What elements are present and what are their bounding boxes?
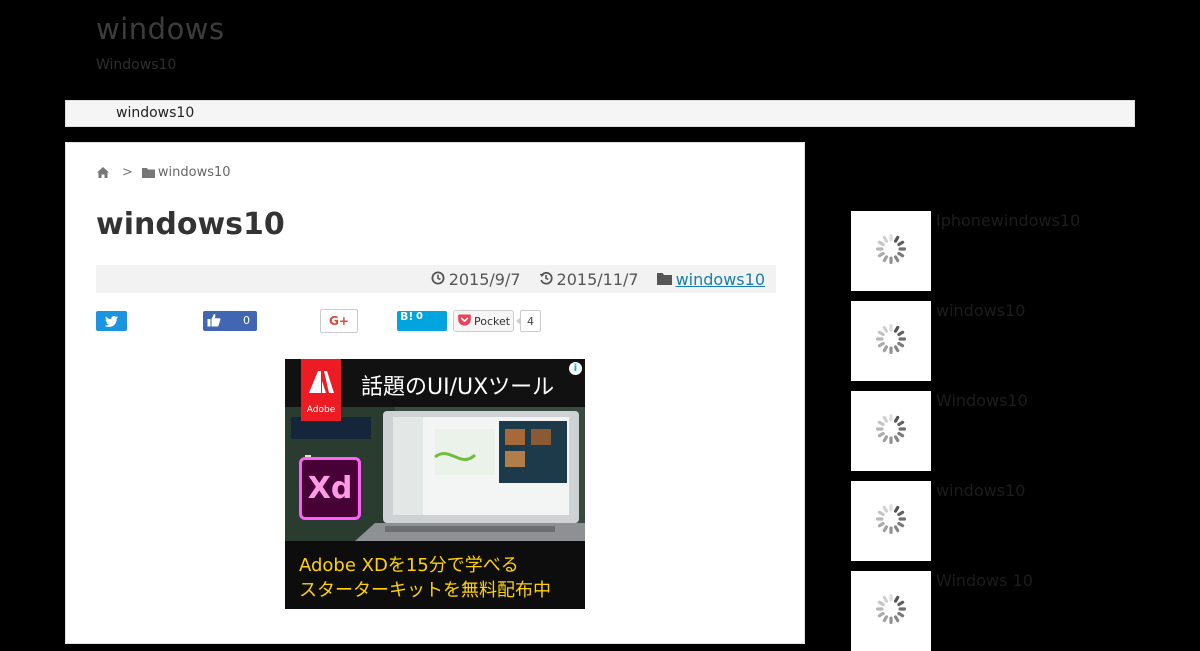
share-buttons: 0 G+ B! 0 Pocket 4 [96,309,566,333]
published-date-text: 2015/9/7 [448,269,521,289]
sidebar-post-1[interactable]: Iphonewindows10 [851,211,1151,291]
ad-choices-icon[interactable]: i [569,362,582,375]
updated-date: 2015/11/7 [539,270,639,289]
thumbs-up-icon [207,313,221,330]
sidebar-thumbnail [851,571,931,651]
breadcrumb: > windows10 [96,164,231,180]
adobe-logo: Adobe [301,359,341,421]
home-icon[interactable] [96,166,110,179]
sidebar-post-5[interactable]: Windows 10 [851,571,1151,651]
sidebar-post-title[interactable]: Windows10 [936,391,1028,410]
breadcrumb-category-label[interactable]: windows10 [158,165,231,180]
pocket-label: Pocket [474,314,511,328]
post-category: windows10 [656,270,765,289]
global-nav: windows10 [65,100,1135,127]
pocket-icon [458,314,471,329]
hatena-bookmark-button[interactable]: B! 0 [397,310,447,331]
breadcrumb-category[interactable]: windows10 [141,165,231,180]
twitter-share-button[interactable] [96,311,127,331]
loading-spinner-icon [874,322,908,360]
ad-headline: 話題のUI/UXツール [361,375,555,400]
history-icon [539,270,553,289]
clock-icon [431,270,445,289]
sidebar-thumbnail [851,481,931,561]
main-content: > windows10 windows10 2015/9/7 2015/11/7 [65,142,805,644]
ad-copy-line-2: スターターキットを無料配布中 [299,580,551,601]
sidebar-post-title[interactable]: Iphonewindows10 [936,211,1080,230]
site-title[interactable]: windows [96,12,225,46]
updated-date-text: 2015/11/7 [556,269,639,289]
pocket-count: 4 [516,310,541,332]
post-title: windows10 [96,207,285,242]
post-category-link[interactable]: windows10 [676,270,765,289]
loading-spinner-icon [874,592,908,630]
twitter-icon [104,312,118,331]
sidebar-post-3[interactable]: Windows10 [851,391,1151,471]
breadcrumb-separator: > [122,164,133,180]
folder-icon [141,167,155,178]
hatena-bookmark-label: B! [400,310,414,323]
ad-copy: Adobe XDを15分で学べる スターターキットを無料配布中 [285,541,585,609]
ad-copy-line-1: Adobe XDを15分で学べる [299,555,519,576]
google-plus-button[interactable]: G+ [320,309,358,333]
facebook-like-button[interactable]: 0 [203,311,257,331]
published-date: 2015/9/7 [431,270,521,289]
loading-spinner-icon [874,412,908,450]
folder-icon [656,270,672,289]
sidebar-post-title[interactable]: windows10 [936,301,1025,320]
loading-spinner-icon [874,502,908,540]
adobe-wordmark: Adobe [306,405,336,415]
sidebar-post-title[interactable]: windows10 [936,481,1025,500]
hatena-bookmark-count: 0 [416,311,423,322]
sidebar-post-title[interactable]: Windows 10 [936,571,1033,590]
site-description: Windows10 [96,57,177,73]
nav-item-windows10[interactable]: windows10 [116,105,194,121]
sidebar-thumbnail [851,391,931,471]
adobe-xd-ad-banner[interactable]: Adobe 話題のUI/UXツール i Xd Adobe XDを15分で学べる … [285,359,585,609]
sidebar-thumbnail [851,301,931,381]
sidebar-post-2[interactable]: windows10 [851,301,1151,381]
facebook-like-count: 0 [243,314,250,327]
sidebar-thumbnail [851,211,931,291]
post-meta: 2015/9/7 2015/11/7 windows10 [96,265,776,293]
loading-spinner-icon [874,232,908,270]
pocket-button[interactable]: Pocket [453,310,514,332]
adobe-xd-logo: Xd [299,457,361,520]
sidebar-post-4[interactable]: windows10 [851,481,1151,561]
